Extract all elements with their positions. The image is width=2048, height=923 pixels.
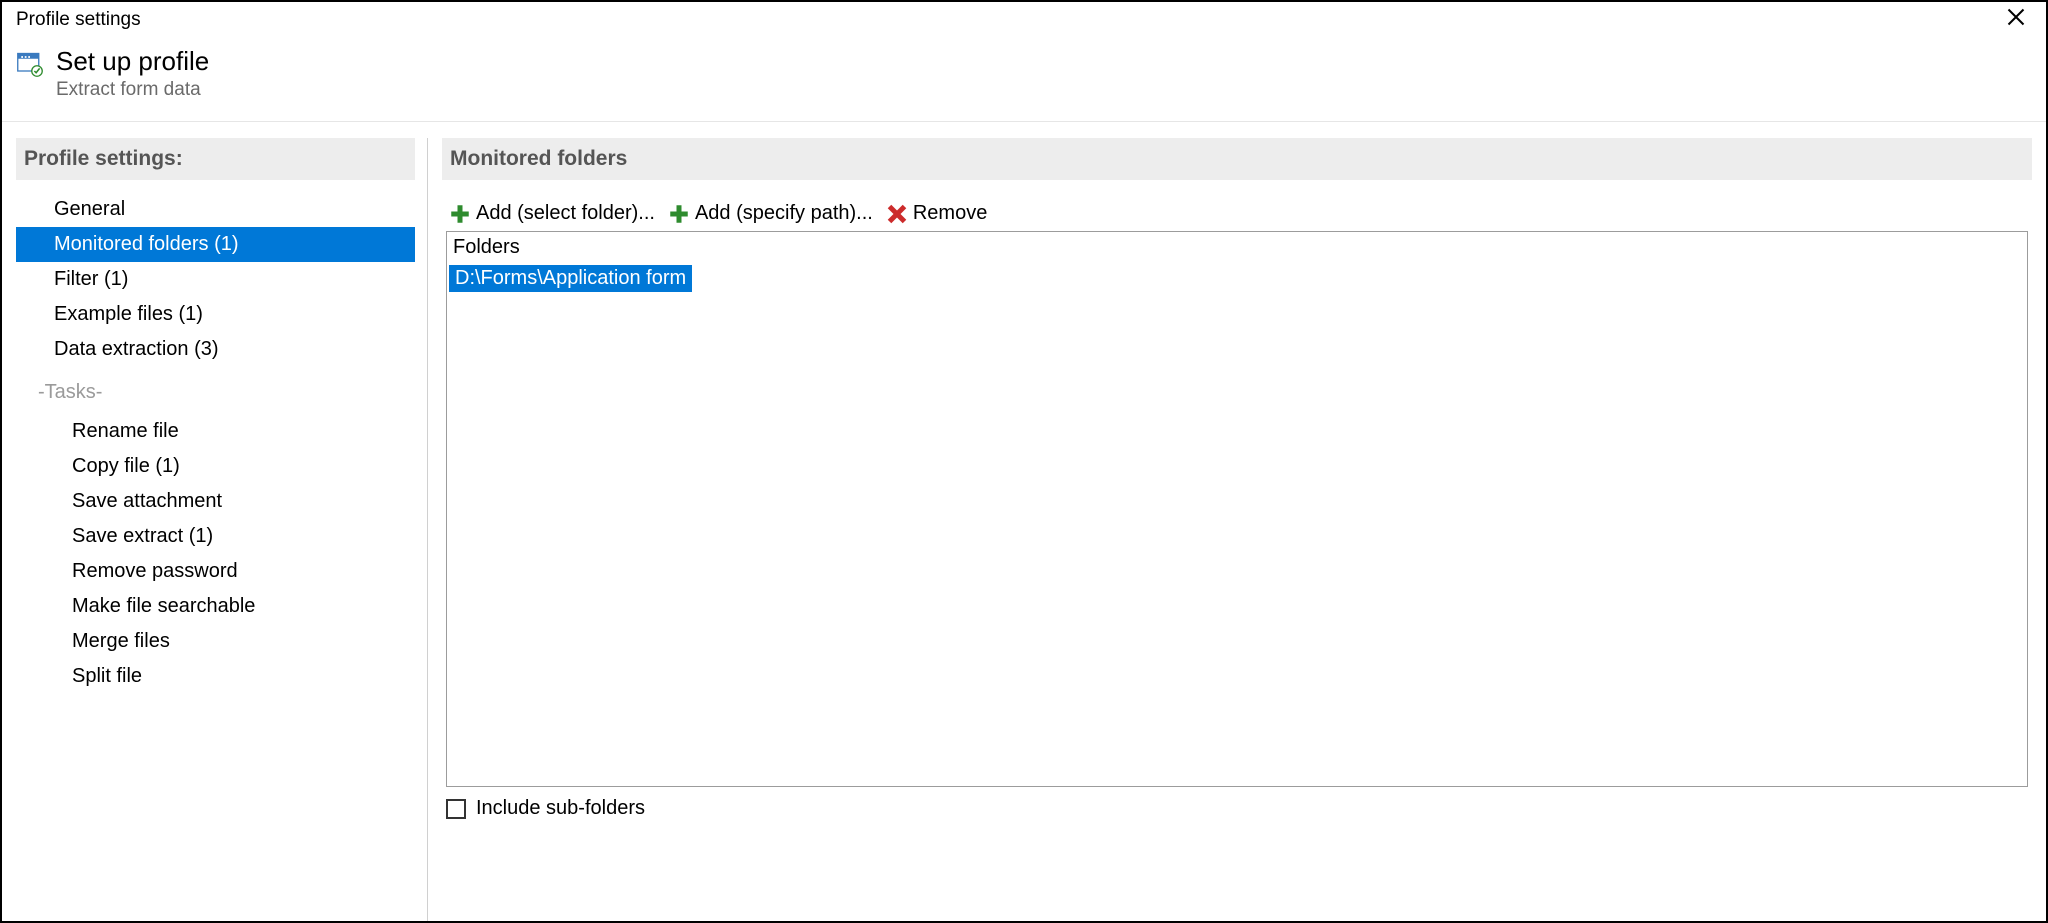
profile-icon <box>16 50 44 78</box>
sidebar-title: Profile settings: <box>16 138 415 180</box>
add-specify-path-label: Add (specify path)... <box>695 202 873 225</box>
titlebar: Profile settings <box>2 2 2046 42</box>
sidebar-group-tasks: -Tasks- <box>16 367 415 414</box>
remove-label: Remove <box>913 202 987 225</box>
page-subtitle: Extract form data <box>56 79 209 101</box>
checkbox-box[interactable] <box>446 799 466 819</box>
sidebar: Profile settings: General Monitored fold… <box>16 138 428 921</box>
task-merge-files[interactable]: Merge files <box>16 624 415 659</box>
task-remove-password[interactable]: Remove password <box>16 554 415 589</box>
folders-column-header[interactable]: Folders <box>447 232 2027 263</box>
dialog-body: Profile settings: General Monitored fold… <box>2 122 2046 921</box>
profile-settings-window: Profile settings Set up profile Extract … <box>0 0 2048 923</box>
remove-button[interactable]: Remove <box>883 200 991 227</box>
folder-row[interactable]: D:\Forms\Application form <box>449 265 692 292</box>
close-icon[interactable] <box>2000 6 2032 34</box>
add-select-folder-button[interactable]: Add (select folder)... <box>446 200 659 227</box>
task-rename-file[interactable]: Rename file <box>16 414 415 449</box>
task-save-attachment[interactable]: Save attachment <box>16 484 415 519</box>
task-make-file-searchable[interactable]: Make file searchable <box>16 589 415 624</box>
task-copy-file[interactable]: Copy file (1) <box>16 449 415 484</box>
header-text-block: Set up profile Extract form data <box>56 46 209 101</box>
task-save-extract[interactable]: Save extract (1) <box>16 519 415 554</box>
sidebar-item-filter[interactable]: Filter (1) <box>16 262 415 297</box>
sidebar-item-general[interactable]: General <box>16 192 415 227</box>
sidebar-item-example-files[interactable]: Example files (1) <box>16 297 415 332</box>
include-subfolders-checkbox[interactable]: Include sub-folders <box>446 797 2032 820</box>
add-specify-path-button[interactable]: Add (specify path)... <box>665 200 877 227</box>
folders-listbox[interactable]: Folders D:\Forms\Application form <box>446 231 2028 787</box>
main-panel: Monitored folders Add (select folder)...… <box>428 138 2032 921</box>
plus-icon <box>450 204 470 224</box>
task-split-file[interactable]: Split file <box>16 659 415 694</box>
add-select-folder-label: Add (select folder)... <box>476 202 655 225</box>
x-icon <box>887 204 907 224</box>
window-title: Profile settings <box>16 9 141 31</box>
main-panel-title: Monitored folders <box>442 138 2032 180</box>
dialog-header: Set up profile Extract form data <box>2 42 2046 122</box>
page-title: Set up profile <box>56 46 209 77</box>
toolbar: Add (select folder)... Add (specify path… <box>446 198 2032 231</box>
sidebar-item-monitored-folders[interactable]: Monitored folders (1) <box>16 227 415 262</box>
include-subfolders-label: Include sub-folders <box>476 797 645 820</box>
plus-icon <box>669 204 689 224</box>
sidebar-item-data-extraction[interactable]: Data extraction (3) <box>16 332 415 367</box>
